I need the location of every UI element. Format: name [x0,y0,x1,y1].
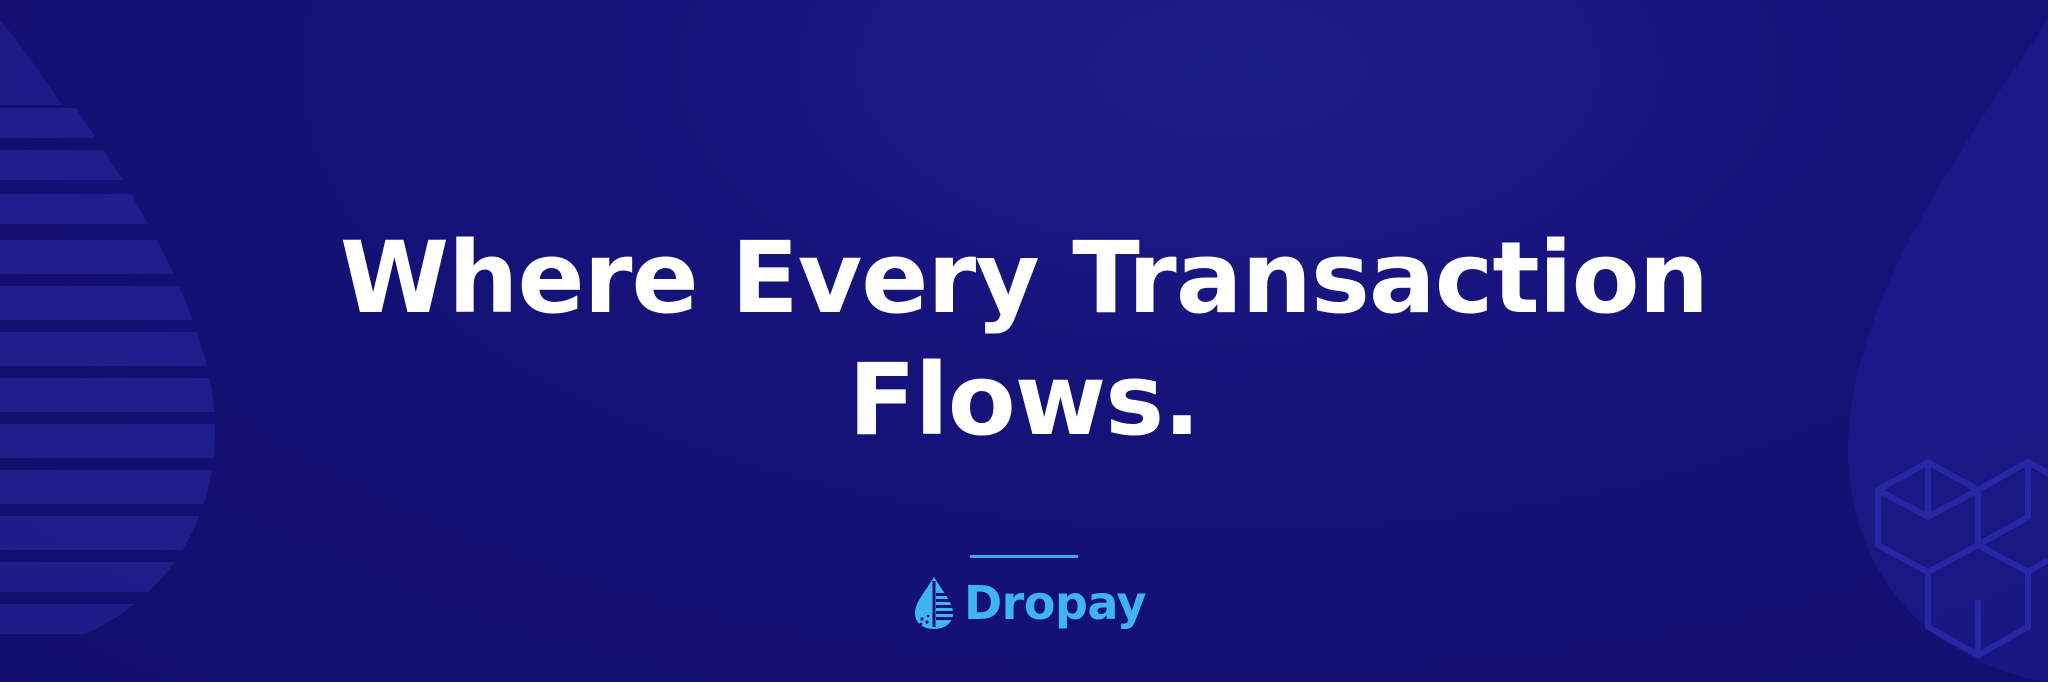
headline: Where Every Transaction Flows. [0,218,2048,462]
water-drop-logo-icon [915,577,954,629]
accent-divider [970,555,1078,558]
headline-line-1: Where Every Transaction [339,221,1709,336]
brand-name: Dropay [964,576,1147,630]
brand-logo: Dropay [912,574,1147,632]
headline-line-2: Flows. [848,343,1201,458]
